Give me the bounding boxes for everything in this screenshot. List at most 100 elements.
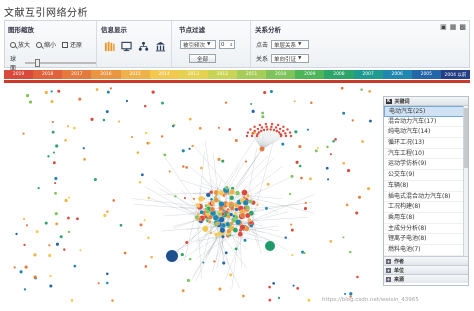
- article-node[interactable]: [278, 127, 282, 131]
- article-node[interactable]: [49, 274, 52, 277]
- article-node[interactable]: [90, 117, 94, 121]
- article-node[interactable]: [200, 166, 203, 170]
- article-node[interactable]: [188, 257, 192, 261]
- article-node[interactable]: [270, 125, 273, 128]
- article-node[interactable]: [368, 90, 371, 93]
- article-node[interactable]: [242, 199, 249, 206]
- article-node[interactable]: [291, 254, 294, 257]
- keyword-item[interactable]: 车辆(8): [384, 181, 468, 192]
- timeline-year-cell[interactable]: 2016: [91, 70, 121, 79]
- article-node[interactable]: [284, 236, 287, 239]
- article-node[interactable]: [304, 201, 307, 205]
- article-node[interactable]: [351, 119, 354, 122]
- article-node[interactable]: [67, 230, 71, 234]
- article-node[interactable]: [245, 134, 249, 138]
- article-node[interactable]: [106, 281, 109, 285]
- article-node[interactable]: [198, 126, 202, 130]
- article-node[interactable]: [261, 111, 265, 115]
- keywords-panel-header[interactable]: K 关键词: [384, 97, 468, 106]
- article-node[interactable]: [303, 206, 308, 211]
- filter-mode-select[interactable]: 被引频次 ▼: [180, 40, 216, 49]
- article-node[interactable]: [82, 147, 85, 150]
- article-node[interactable]: [59, 235, 63, 239]
- article-node[interactable]: [286, 128, 289, 131]
- article-node[interactable]: [329, 153, 332, 156]
- timeline-year-cell[interactable]: 2008: [324, 70, 354, 79]
- article-node[interactable]: [207, 220, 212, 224]
- institution-icon[interactable]: [155, 41, 166, 52]
- article-node[interactable]: [224, 185, 229, 190]
- article-node[interactable]: [195, 202, 200, 207]
- timeline-year-cell[interactable]: 2018: [33, 70, 63, 79]
- relation-type-select[interactable]: 单向引证 ▼: [271, 54, 310, 63]
- article-node[interactable]: [143, 104, 147, 108]
- zoom-slider-thumb[interactable]: [34, 59, 40, 67]
- article-node[interactable]: [67, 216, 70, 220]
- article-node[interactable]: [268, 298, 272, 302]
- article-node[interactable]: [245, 212, 251, 219]
- article-node[interactable]: [130, 135, 134, 139]
- article-node[interactable]: [52, 161, 56, 165]
- article-node[interactable]: [106, 210, 109, 213]
- article-node[interactable]: [48, 244, 51, 247]
- article-node[interactable]: [78, 97, 82, 101]
- article-node[interactable]: [293, 100, 296, 103]
- article-node[interactable]: [281, 142, 285, 146]
- article-node[interactable]: [251, 132, 254, 135]
- article-node[interactable]: [298, 164, 302, 168]
- article-node[interactable]: [250, 134, 254, 138]
- article-node[interactable]: [219, 227, 226, 234]
- article-node[interactable]: [144, 131, 148, 135]
- article-node[interactable]: [103, 213, 107, 218]
- article-node-major[interactable]: [166, 250, 178, 262]
- article-node[interactable]: [269, 128, 272, 131]
- article-node[interactable]: [342, 161, 346, 165]
- article-node[interactable]: [198, 195, 205, 202]
- article-node[interactable]: [102, 118, 106, 122]
- article-node[interactable]: [222, 193, 226, 198]
- article-node[interactable]: [51, 130, 55, 134]
- article-node[interactable]: [253, 129, 256, 133]
- article-node[interactable]: [314, 149, 318, 153]
- article-node[interactable]: [284, 132, 287, 135]
- article-node[interactable]: [266, 128, 269, 131]
- article-node[interactable]: [294, 130, 298, 134]
- article-node[interactable]: [366, 187, 371, 191]
- article-node[interactable]: [243, 238, 247, 242]
- timeline-year-cell[interactable]: 2019: [4, 70, 34, 79]
- article-node[interactable]: [181, 149, 185, 153]
- article-node[interactable]: [218, 216, 225, 223]
- article-node[interactable]: [37, 186, 40, 190]
- keyword-item[interactable]: 锂离子电池(8): [384, 234, 468, 245]
- article-node[interactable]: [139, 223, 143, 227]
- article-node[interactable]: [229, 189, 235, 195]
- article-node[interactable]: [356, 275, 359, 279]
- article-node[interactable]: [248, 199, 253, 204]
- article-node[interactable]: [68, 196, 71, 199]
- article-node[interactable]: [24, 265, 28, 269]
- article-node[interactable]: [277, 296, 281, 300]
- article-node[interactable]: [246, 131, 250, 134]
- keyword-item[interactable]: 燃料电池(7): [384, 245, 468, 256]
- article-node[interactable]: [256, 127, 260, 131]
- zoom-slider[interactable]: [24, 59, 96, 67]
- article-node[interactable]: [334, 138, 337, 141]
- article-node[interactable]: [234, 138, 238, 142]
- article-node[interactable]: [246, 194, 250, 198]
- article-node[interactable]: [263, 91, 267, 95]
- timeline-year-cell[interactable]: 2012: [207, 70, 237, 79]
- article-node[interactable]: [272, 128, 276, 132]
- article-node[interactable]: [282, 129, 285, 133]
- keyword-item[interactable]: 纯电动汽车(14): [384, 127, 468, 139]
- article-node[interactable]: [220, 222, 226, 228]
- article-node[interactable]: [33, 275, 37, 279]
- keywords-scrollbar[interactable]: [463, 106, 468, 256]
- article-node[interactable]: [217, 126, 220, 129]
- timeline-year-cell[interactable]: 2015: [120, 70, 150, 79]
- article-node[interactable]: [259, 129, 263, 133]
- article-node[interactable]: [54, 191, 57, 195]
- article-node[interactable]: [13, 266, 16, 269]
- article-node[interactable]: [183, 196, 186, 200]
- article-node[interactable]: [54, 176, 58, 180]
- article-node[interactable]: [171, 124, 175, 128]
